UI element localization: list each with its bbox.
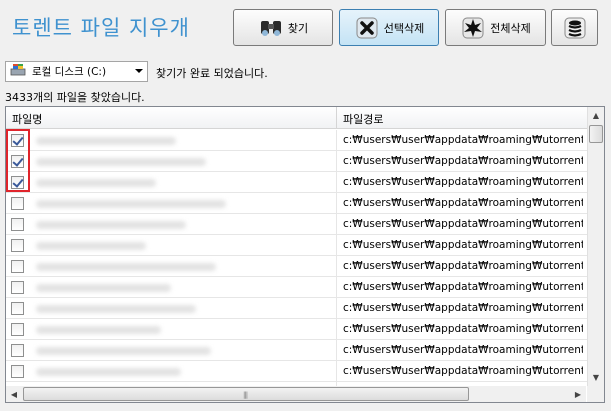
row-checkbox[interactable] bbox=[11, 197, 24, 210]
vertical-scroll-thumb[interactable] bbox=[589, 125, 603, 143]
cell-divider bbox=[336, 277, 337, 298]
file-path-cell: c:₩users₩user₩appdata₩roaming₩utorrent₩ bbox=[343, 218, 583, 230]
table-row[interactable]: c:₩users₩user₩appdata₩roaming₩utorrent₩ bbox=[6, 130, 589, 151]
grip-icon: ||| bbox=[243, 391, 248, 399]
file-path-cell: c:₩users₩user₩appdata₩roaming₩utorrent₩ bbox=[343, 197, 583, 209]
file-list-grid[interactable]: 파일명 파일경로 c:₩users₩user₩appdata₩roaming₩u… bbox=[5, 106, 605, 403]
vertical-scrollbar[interactable]: ▲ ▼ bbox=[587, 107, 604, 386]
x-mark-icon bbox=[354, 15, 380, 41]
redacted-filename bbox=[36, 242, 146, 250]
drive-select-value: 로컬 디스크 (C:) bbox=[32, 66, 107, 78]
row-checkbox[interactable] bbox=[11, 218, 24, 231]
row-checkbox[interactable] bbox=[11, 281, 24, 294]
search-status-text: 찾기가 완료 되었습니다. bbox=[156, 67, 268, 80]
table-row[interactable]: c:₩users₩user₩appdata₩roaming₩utorrent₩ bbox=[6, 193, 589, 214]
redacted-filename bbox=[36, 284, 171, 292]
cell-divider bbox=[336, 340, 337, 361]
column-divider[interactable] bbox=[336, 107, 337, 129]
cell-divider bbox=[336, 298, 337, 319]
app-title: 토렌트 파일 지우개 bbox=[12, 16, 190, 40]
cell-divider bbox=[336, 256, 337, 277]
file-path-cell: c:₩users₩user₩appdata₩roaming₩utorrent₩ bbox=[343, 176, 583, 188]
find-button[interactable]: 찾기 bbox=[233, 9, 333, 46]
scroll-left-icon[interactable]: ◀ bbox=[6, 386, 22, 402]
scroll-up-icon[interactable]: ▲ bbox=[588, 107, 604, 124]
file-path-cell: c:₩users₩user₩appdata₩roaming₩utorrent₩ bbox=[343, 302, 583, 314]
cell-divider bbox=[336, 361, 337, 382]
delete-all-button[interactable]: 전체삭제 bbox=[445, 9, 546, 46]
row-checkbox[interactable] bbox=[11, 239, 24, 252]
splash-icon bbox=[460, 15, 486, 41]
selection-highlight-box bbox=[6, 129, 30, 192]
table-row[interactable]: c:₩users₩user₩appdata₩roaming₩utorrent₩ bbox=[6, 340, 589, 361]
redacted-filename bbox=[36, 347, 211, 355]
find-button-label: 찾기 bbox=[287, 21, 309, 35]
cell-divider bbox=[336, 214, 337, 235]
grid-header: 파일명 파일경로 bbox=[6, 107, 589, 129]
redacted-filename bbox=[36, 158, 206, 166]
horizontal-scroll-thumb[interactable]: ||| bbox=[23, 387, 469, 401]
table-row[interactable]: c:₩users₩user₩appdata₩roaming₩utorrent₩ bbox=[6, 214, 589, 235]
table-row[interactable]: c:₩users₩user₩appdata₩roaming₩utorrent₩ bbox=[6, 235, 589, 256]
cell-divider bbox=[336, 235, 337, 256]
horizontal-scrollbar[interactable]: ◀ ||| ▶ bbox=[6, 386, 586, 402]
chevron-down-icon[interactable] bbox=[135, 69, 143, 73]
row-checkbox[interactable] bbox=[11, 344, 24, 357]
delete-selected-button[interactable]: 선택삭제 bbox=[339, 9, 439, 46]
app-window: 토렌트 파일 지우개 찾기 선택삭제 전체삭제 로컬 디스크 (C:) 찾기가 … bbox=[0, 0, 611, 411]
cell-divider bbox=[336, 319, 337, 340]
scroll-down-icon[interactable]: ▼ bbox=[588, 369, 604, 386]
column-header-filename[interactable]: 파일명 bbox=[12, 111, 42, 127]
row-checkbox[interactable] bbox=[11, 365, 24, 378]
table-row[interactable]: c:₩users₩user₩appdata₩roaming₩utorrent₩ bbox=[6, 361, 589, 382]
scroll-right-icon[interactable]: ▶ bbox=[570, 386, 586, 402]
file-path-cell: c:₩users₩user₩appdata₩roaming₩utorrent₩ bbox=[343, 323, 583, 335]
file-path-cell: c:₩users₩user₩appdata₩roaming₩utorrent₩ bbox=[343, 281, 583, 293]
redacted-filename bbox=[36, 179, 156, 187]
drive-icon bbox=[10, 63, 26, 80]
file-path-cell: c:₩users₩user₩appdata₩roaming₩utorrent₩ bbox=[343, 344, 583, 356]
drive-select[interactable]: 로컬 디스크 (C:) bbox=[5, 61, 148, 82]
redacted-filename bbox=[36, 305, 196, 313]
row-checkbox[interactable] bbox=[11, 260, 24, 273]
redacted-filename bbox=[36, 221, 186, 229]
cell-divider bbox=[336, 193, 337, 214]
binoculars-icon bbox=[258, 15, 284, 41]
table-row[interactable]: c:₩users₩user₩appdata₩roaming₩utorrent₩ bbox=[6, 151, 589, 172]
scrollbar-corner bbox=[587, 386, 604, 402]
cell-divider bbox=[336, 151, 337, 172]
delete-all-button-label: 전체삭제 bbox=[490, 21, 531, 35]
delete-selected-button-label: 선택삭제 bbox=[383, 21, 425, 35]
row-checkbox[interactable] bbox=[11, 323, 24, 336]
table-row[interactable]: c:₩users₩user₩appdata₩roaming₩utorrent₩ bbox=[6, 172, 589, 193]
database-icon bbox=[562, 15, 588, 41]
redacted-filename bbox=[36, 326, 161, 334]
column-header-filepath[interactable]: 파일경로 bbox=[343, 111, 383, 127]
found-count-text: 3433개의 파일을 찾았습니다. bbox=[5, 91, 145, 104]
table-row[interactable]: c:₩users₩user₩appdata₩roaming₩utorrent₩ bbox=[6, 298, 589, 319]
file-path-cell: c:₩users₩user₩appdata₩roaming₩utorrent₩ bbox=[343, 365, 583, 377]
database-button[interactable] bbox=[551, 9, 598, 46]
redacted-filename bbox=[36, 200, 226, 208]
cell-divider bbox=[336, 130, 337, 151]
redacted-filename bbox=[36, 368, 181, 376]
redacted-filename bbox=[36, 137, 176, 145]
file-path-cell: c:₩users₩user₩appdata₩roaming₩utorrent₩ bbox=[343, 239, 583, 251]
redacted-filename bbox=[36, 263, 216, 271]
file-path-cell: c:₩users₩user₩appdata₩roaming₩utorrent₩ bbox=[343, 134, 583, 146]
table-row[interactable]: c:₩users₩user₩appdata₩roaming₩utorrent₩ bbox=[6, 277, 589, 298]
file-path-cell: c:₩users₩user₩appdata₩roaming₩utorrent₩ bbox=[343, 260, 583, 272]
table-row[interactable]: c:₩users₩user₩appdata₩roaming₩utorrent₩ bbox=[6, 319, 589, 340]
file-path-cell: c:₩users₩user₩appdata₩roaming₩utorrent₩ bbox=[343, 155, 583, 167]
cell-divider bbox=[336, 172, 337, 193]
row-checkbox[interactable] bbox=[11, 302, 24, 315]
table-row[interactable]: c:₩users₩user₩appdata₩roaming₩utorrent₩ bbox=[6, 256, 589, 277]
